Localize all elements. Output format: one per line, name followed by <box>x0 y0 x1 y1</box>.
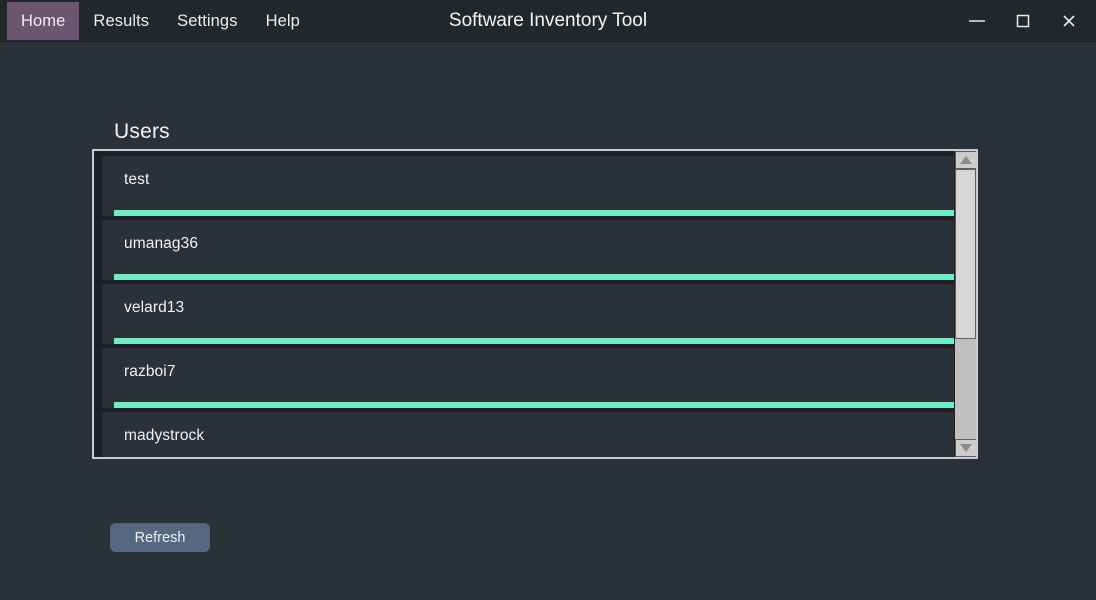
menu-item-home[interactable]: Home <box>7 2 80 40</box>
scrollbar-track[interactable] <box>955 169 976 439</box>
maximize-icon <box>1015 13 1031 29</box>
users-list-container: test umanag36 velard13 razboi7 madystroc… <box>92 149 978 459</box>
maximize-button[interactable] <box>1000 0 1046 42</box>
list-item-underline <box>114 274 962 280</box>
minimize-button[interactable] <box>954 0 1000 42</box>
scroll-down-button[interactable] <box>955 439 976 457</box>
users-list[interactable]: test umanag36 velard13 razboi7 madystroc… <box>102 156 976 457</box>
list-item-underline <box>114 338 962 344</box>
close-button[interactable] <box>1046 0 1092 42</box>
list-item[interactable]: umanag36 <box>102 220 962 280</box>
list-item[interactable]: madystrock <box>102 412 962 457</box>
vertical-scrollbar[interactable] <box>954 151 976 457</box>
close-icon <box>1061 13 1077 29</box>
menu-item-settings-label: Settings <box>177 11 238 30</box>
window-controls <box>954 0 1096 41</box>
chevron-up-icon <box>960 156 972 164</box>
scrollbar-thumb[interactable] <box>955 169 976 340</box>
list-item-label: velard13 <box>124 299 185 316</box>
menu-item-settings[interactable]: Settings <box>163 2 251 40</box>
menu-bar: Home Results Settings Help <box>0 0 314 41</box>
menu-item-help-label: Help <box>265 11 300 30</box>
refresh-button[interactable]: Refresh <box>110 523 210 552</box>
list-item[interactable]: test <box>102 156 962 216</box>
menu-item-results-label: Results <box>93 11 150 30</box>
menu-item-results[interactable]: Results <box>79 2 163 40</box>
main-content: Users test umanag36 velard13 razboi7 mad… <box>0 42 1096 600</box>
page-title: Users <box>114 120 170 143</box>
menu-item-home-label: Home <box>21 11 66 30</box>
minimize-icon <box>968 15 986 27</box>
list-item-underline <box>114 210 962 216</box>
list-item-label: madystrock <box>124 427 205 444</box>
list-item-label: razboi7 <box>124 363 176 380</box>
chevron-down-icon <box>960 444 972 452</box>
scroll-up-button[interactable] <box>955 151 976 169</box>
title-bar: Software Inventory Tool Home Results Set… <box>0 0 1096 42</box>
list-item[interactable]: razboi7 <box>102 348 962 408</box>
list-item-label: umanag36 <box>124 235 199 252</box>
list-item-underline <box>114 402 962 408</box>
menu-item-help[interactable]: Help <box>252 2 314 40</box>
list-item[interactable]: velard13 <box>102 284 962 344</box>
list-item-label: test <box>124 171 150 188</box>
